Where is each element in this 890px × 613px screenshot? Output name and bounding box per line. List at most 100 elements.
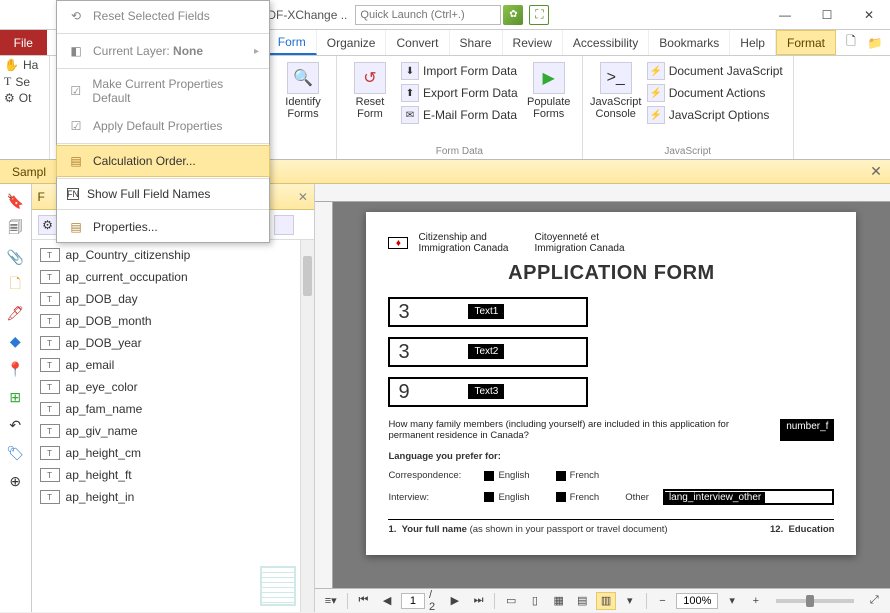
tab-review[interactable]: Review [503, 30, 563, 55]
last-page-button[interactable]: ⏭ [469, 592, 489, 610]
zoom-slider[interactable] [776, 599, 855, 603]
history-icon[interactable]: ↶ [4, 414, 26, 436]
tab-help[interactable]: Help [730, 30, 776, 55]
email-form-data-button[interactable]: ✉E-Mail Form Data [397, 104, 522, 126]
make-default-item[interactable]: ☑Make Current Properties Default [57, 71, 269, 111]
next-page-button[interactable]: ▶ [445, 592, 465, 610]
import-icon: ⬇ [401, 62, 419, 80]
field-item[interactable]: Tap_eye_color [32, 376, 314, 398]
tab-organize[interactable]: Organize [317, 30, 387, 55]
import-form-data-button[interactable]: ⬇Import Form Data [397, 60, 522, 82]
field-number-f[interactable]: number_f [780, 419, 834, 441]
field-item[interactable]: Tap_Country_citizenship [32, 244, 314, 266]
field-item[interactable]: Tap_DOB_month [32, 310, 314, 332]
field-item[interactable]: Tap_height_in [32, 486, 314, 508]
fit-page-icon[interactable]: ⤢ [864, 592, 884, 610]
prev-page-button[interactable]: ◀ [377, 592, 397, 610]
layout5-icon[interactable]: ▥ [596, 592, 616, 610]
folder-icon[interactable]: 📁 [866, 34, 884, 52]
tab-bookmarks[interactable]: Bookmarks [649, 30, 730, 55]
tab-accessibility[interactable]: Accessibility [563, 30, 649, 55]
hand-tool[interactable]: ✋Ha [4, 58, 45, 72]
fields-icon[interactable]: 🗋 [4, 274, 26, 296]
zoom-input[interactable] [676, 593, 718, 609]
field-item[interactable]: Tap_height_cm [32, 442, 314, 464]
reset-form-button[interactable]: ↺ ResetForm [343, 60, 397, 126]
lang-interview-other-field[interactable]: lang_interview_other [663, 489, 834, 505]
options-status-icon[interactable]: ≡▾ [321, 592, 341, 610]
quick-launch-input[interactable] [355, 5, 501, 25]
fields-tool3-icon[interactable] [274, 215, 294, 235]
close-tab-button[interactable]: ✕ [862, 163, 890, 180]
corr-french-checkbox[interactable]: French [556, 470, 600, 481]
minimize-button[interactable]: — [764, 0, 806, 30]
signatures-icon[interactable]: 🖊 [4, 302, 26, 324]
field-item[interactable]: Tap_DOB_day [32, 288, 314, 310]
tab-format[interactable]: Format [776, 30, 836, 55]
document-javascript-button[interactable]: ⚡Document JavaScript [643, 60, 787, 82]
javascript-options-button[interactable]: ⚡JavaScript Options [643, 104, 787, 126]
layout2-icon[interactable]: ▯ [525, 592, 545, 610]
show-full-names-item[interactable]: FNShow Full Field Names [57, 181, 269, 207]
fields-tool-icon[interactable]: ⚙ [38, 215, 58, 235]
calc-order-icon: ▤ [67, 152, 85, 170]
populate-forms-button[interactable]: ▶ PopulateForms [522, 60, 576, 126]
layout3-icon[interactable]: ▦ [549, 592, 569, 610]
field-item[interactable]: Tap_current_occupation [32, 266, 314, 288]
form-field-text2[interactable]: 3Text2 [388, 337, 588, 367]
form-field-text1[interactable]: 3Text1 [388, 297, 588, 327]
layer-icon: ◧ [67, 42, 85, 60]
field-item[interactable]: Tap_height_ft [32, 464, 314, 486]
js-console-button[interactable]: >_ JavaScriptConsole [589, 60, 643, 126]
tags-icon[interactable]: 🏷 [4, 442, 26, 464]
layers-icon[interactable]: ◆ [4, 330, 26, 352]
zoom-out-button[interactable]: − [653, 592, 673, 610]
content-icon[interactable]: 📍 [4, 358, 26, 380]
current-layer-item[interactable]: ◧Current Layer: None▸ [57, 36, 269, 66]
tab-convert[interactable]: Convert [386, 30, 449, 55]
int-french-checkbox[interactable]: French [556, 492, 600, 503]
other-tool[interactable]: ⚙Ot [4, 91, 45, 105]
document-actions-button[interactable]: ⚡Document Actions [643, 82, 787, 104]
corr-english-checkbox[interactable]: English [484, 470, 529, 481]
tab-share[interactable]: Share [450, 30, 503, 55]
layout4-icon[interactable]: ▤ [573, 592, 593, 610]
find-icon[interactable]: 🗋 [842, 34, 860, 52]
expand-icon[interactable]: ⛶ [529, 5, 549, 25]
document-tab[interactable]: Sampl [0, 160, 59, 183]
apply-default-item[interactable]: ☑Apply Default Properties [57, 111, 269, 141]
first-page-button[interactable]: ⏮ [354, 592, 374, 610]
reset-selected-fields-item[interactable]: ⟲Reset Selected Fields [57, 1, 269, 31]
file-menu[interactable]: File [0, 30, 47, 55]
int-english-checkbox[interactable]: English [484, 492, 529, 503]
field-item[interactable]: Tap_email [32, 354, 314, 376]
layout6-icon[interactable]: ▾ [620, 592, 640, 610]
correspondence-label: Correspondence: [388, 470, 476, 481]
maximize-button[interactable]: ☐ [806, 0, 848, 30]
pages-icon[interactable]: 🗐 [4, 218, 26, 240]
fields-panel-close-button[interactable]: ✕ [298, 190, 308, 204]
page-number-input[interactable] [401, 593, 425, 609]
zoom-dropdown-button[interactable]: ▾ [722, 592, 742, 610]
form-field-text3[interactable]: 9Text3 [388, 377, 588, 407]
bookmarks-icon[interactable]: 🔖 [4, 190, 26, 212]
more-icon[interactable]: ⊕ [4, 470, 26, 492]
tab-form[interactable]: Form [268, 30, 317, 55]
fields-scrollbar[interactable] [300, 240, 314, 612]
field-item[interactable]: Tap_giv_name [32, 420, 314, 442]
export-form-data-button[interactable]: ⬆Export Form Data [397, 82, 522, 104]
select-tool[interactable]: TSe [4, 74, 45, 89]
properties-item[interactable]: ▤Properties... [57, 212, 269, 242]
field-item[interactable]: Tap_DOB_year [32, 332, 314, 354]
field-item[interactable]: Tap_fam_name [32, 398, 314, 420]
identify-forms-button[interactable]: 🔍 IdentifyForms [276, 60, 330, 122]
tree-icon[interactable]: ⊞ [4, 386, 26, 408]
fields-panel: F ✕ ⚙ Options... ▾ ⊟ Collapse All Tap_Co… [32, 184, 315, 612]
zoom-in-button[interactable]: + [746, 592, 766, 610]
settings-gear-icon[interactable]: ✿ [503, 5, 523, 25]
calculation-order-item[interactable]: ▤Calculation Order... [56, 145, 270, 177]
close-button[interactable]: ✕ [848, 0, 890, 30]
attachments-icon[interactable]: 📎 [4, 246, 26, 268]
email-icon: ✉ [401, 106, 419, 124]
layout1-icon[interactable]: ▭ [501, 592, 521, 610]
